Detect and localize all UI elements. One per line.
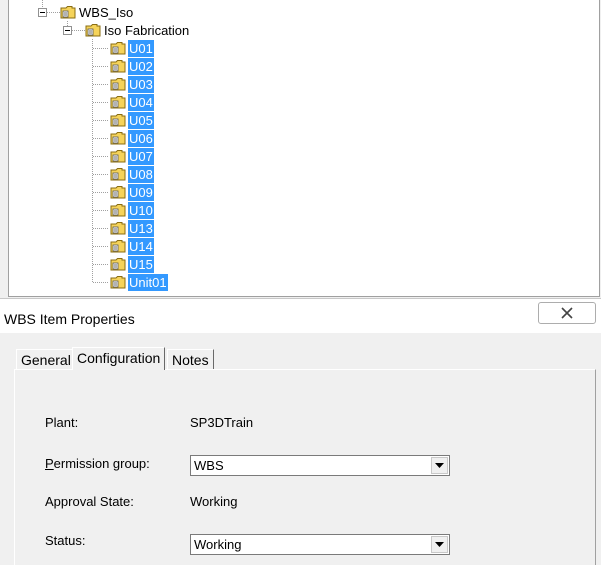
tree-node-unit[interactable]: U05 <box>110 111 154 129</box>
tree-node-label: U04 <box>128 93 154 111</box>
tree-node-unit[interactable]: U01 <box>110 39 154 57</box>
tab-general[interactable]: General <box>16 349 76 369</box>
dropdown-button[interactable] <box>431 536 448 553</box>
tree-node-label: U14 <box>128 237 154 255</box>
chevron-down-icon <box>435 463 444 468</box>
tab-configuration[interactable]: Configuration <box>72 347 166 370</box>
tree-node-label: U13 <box>128 219 154 237</box>
dropdown-button[interactable] <box>431 457 448 474</box>
tree-node-unit[interactable]: U08 <box>110 165 154 183</box>
window-root: WBS_Iso Iso Fabrication U01 U02 U03 U04 U05 U… <box>0 0 601 565</box>
folder-icon <box>110 113 126 126</box>
tree-node-unit[interactable]: U07 <box>110 147 154 165</box>
folder-icon <box>110 131 126 144</box>
plant-value: SP3DTrain <box>190 415 254 430</box>
chevron-down-icon <box>435 542 444 547</box>
folder-icon <box>110 41 126 54</box>
tree-node-label: U03 <box>128 75 154 93</box>
tree-expander-wbs-iso[interactable] <box>38 8 47 17</box>
folder-icon <box>60 5 76 18</box>
close-button[interactable] <box>538 302 596 324</box>
tree-node-label: U15 <box>128 255 154 273</box>
dialog-title: WBS Item Properties <box>4 311 135 327</box>
folder-icon <box>110 95 126 108</box>
tree-node-label: U10 <box>128 201 154 219</box>
permission-group-label-text: ermission group: <box>53 456 150 471</box>
tree-node-unit[interactable]: U14 <box>110 237 154 255</box>
tree-connector-lines <box>42 0 109 283</box>
folder-icon <box>110 257 126 270</box>
folder-icon <box>110 239 126 252</box>
folder-icon <box>110 275 126 288</box>
wbs-tree-view[interactable]: WBS_Iso Iso Fabrication U01 U02 U03 U04 U05 U… <box>8 0 600 297</box>
tab-notes[interactable]: Notes <box>167 349 214 369</box>
tree-node-unit[interactable]: U13 <box>110 219 154 237</box>
tree-node-label: U09 <box>128 183 154 201</box>
folder-icon <box>110 167 126 180</box>
tree-node-label: WBS_Iso <box>79 4 134 20</box>
tree-node-unit[interactable]: U15 <box>110 255 154 273</box>
dialog-titlebar[interactable]: WBS Item Properties <box>0 298 601 333</box>
close-icon <box>561 307 573 319</box>
tree-panel: WBS_Iso Iso Fabrication U01 U02 U03 U04 U05 U… <box>0 0 601 298</box>
folder-icon <box>110 221 126 234</box>
plant-label: Plant: <box>45 415 79 430</box>
folder-icon <box>110 149 126 162</box>
tree-node-unit[interactable]: U04 <box>110 93 154 111</box>
tree-node-label: U06 <box>128 129 154 147</box>
tree-node-unit[interactable]: U09 <box>110 183 154 201</box>
tree-node-unit[interactable]: U06 <box>110 129 154 147</box>
status-label: Status: <box>45 533 86 548</box>
folder-icon <box>110 59 126 72</box>
folder-icon <box>110 203 126 216</box>
tree-node-unit[interactable]: U10 <box>110 201 154 219</box>
permission-group-value: WBS <box>194 458 224 473</box>
permission-group-select[interactable]: WBS <box>190 455 450 476</box>
wbs-item-properties-dialog: WBS Item Properties General Configuratio… <box>0 298 601 565</box>
tree-node-unit[interactable]: U03 <box>110 75 154 93</box>
folder-icon <box>110 185 126 198</box>
approval-state-value: Working <box>190 494 238 509</box>
tree-node-label: U05 <box>128 111 154 129</box>
folder-icon <box>110 77 126 90</box>
tree-node-iso-fabrication[interactable]: Iso Fabrication <box>85 21 190 39</box>
status-select[interactable]: Working <box>190 534 450 555</box>
tree-node-label: U01 <box>128 39 154 57</box>
tree-node-wbs-iso[interactable]: WBS_Iso <box>60 3 134 21</box>
tree-expander-iso-fabrication[interactable] <box>63 26 72 35</box>
approval-state-label: Approval State: <box>45 494 134 509</box>
tree-node-label: U07 <box>128 147 154 165</box>
permission-group-label: Permission group: <box>45 456 150 471</box>
tree-node-unit[interactable]: Unit01 <box>110 273 168 291</box>
folder-icon <box>85 23 101 36</box>
tree-node-unit[interactable]: U02 <box>110 57 154 75</box>
permission-group-accelerator: P <box>45 456 54 471</box>
tree-node-label: Iso Fabrication <box>104 22 190 38</box>
status-value: Working <box>194 537 242 552</box>
tree-node-label: U08 <box>128 165 154 183</box>
tree-node-label: Unit01 <box>128 273 168 291</box>
tree-node-label: U02 <box>128 57 154 75</box>
